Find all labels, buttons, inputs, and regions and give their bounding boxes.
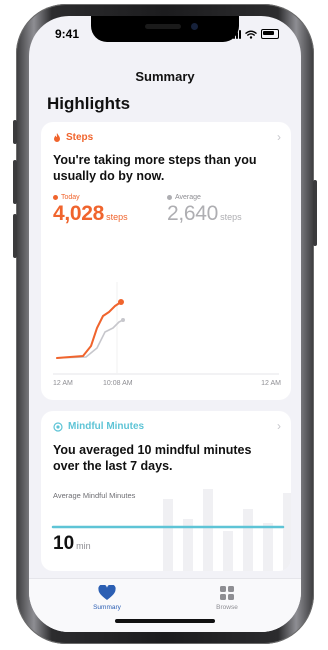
x-axis-label-end: 12 AM: [261, 380, 281, 387]
status-icons: [230, 27, 279, 39]
x-axis-label-start: 12 AM: [53, 380, 73, 387]
steps-highlight-card[interactable]: Steps › You're taking more steps than yo…: [41, 122, 291, 400]
steps-chart: [53, 282, 279, 375]
tab-summary[interactable]: Summary: [67, 585, 147, 611]
mindful-bar: [223, 531, 233, 571]
today-steps-line: [56, 301, 122, 359]
mindful-average-value: 10 min: [53, 533, 91, 555]
today-steps-point: [118, 299, 124, 305]
highlights-heading: Highlights: [47, 94, 131, 113]
volume-down-button: [13, 214, 17, 258]
tab-browse-label: Browse: [216, 604, 238, 611]
cellular-signal-icon: [230, 29, 241, 39]
average-steps-line: [56, 319, 124, 359]
notch: [91, 16, 239, 42]
average-steps-point: [121, 318, 125, 322]
battery-icon: [261, 29, 279, 39]
mute-switch: [13, 120, 17, 144]
mindful-value-unit: min: [76, 541, 91, 551]
speaker: [145, 24, 181, 29]
camera-icon: [191, 23, 198, 30]
mindful-highlight-card[interactable]: Mindful Minutes › You averaged 10 mindfu…: [41, 411, 291, 571]
screen: 9:41 Summary Highlights Steps › You're t…: [29, 16, 301, 632]
tab-browse[interactable]: Browse: [187, 585, 267, 611]
mindful-bar: [243, 509, 253, 571]
mindful-bar: [283, 493, 291, 571]
x-axis-label-now: 10:08 AM: [103, 380, 133, 387]
mindful-bar: [263, 523, 273, 571]
heart-icon: [98, 585, 116, 600]
side-button: [313, 180, 317, 246]
mindful-average-label: Average Mindful Minutes: [53, 491, 136, 500]
tab-summary-label: Summary: [93, 604, 121, 611]
volume-up-button: [13, 160, 17, 204]
tab-bar: Summary Browse: [29, 578, 301, 632]
page-title: Summary: [135, 69, 195, 84]
mindful-value-number: 10: [53, 533, 75, 554]
status-time: 9:41: [55, 27, 80, 41]
mindful-bar: [163, 499, 173, 571]
home-indicator: [115, 619, 215, 623]
wifi-icon: [245, 30, 257, 39]
grid-icon: [220, 586, 234, 600]
mindful-bar: [203, 489, 213, 571]
device-frame: 9:41 Summary Highlights Steps › You're t…: [0, 0, 328, 650]
